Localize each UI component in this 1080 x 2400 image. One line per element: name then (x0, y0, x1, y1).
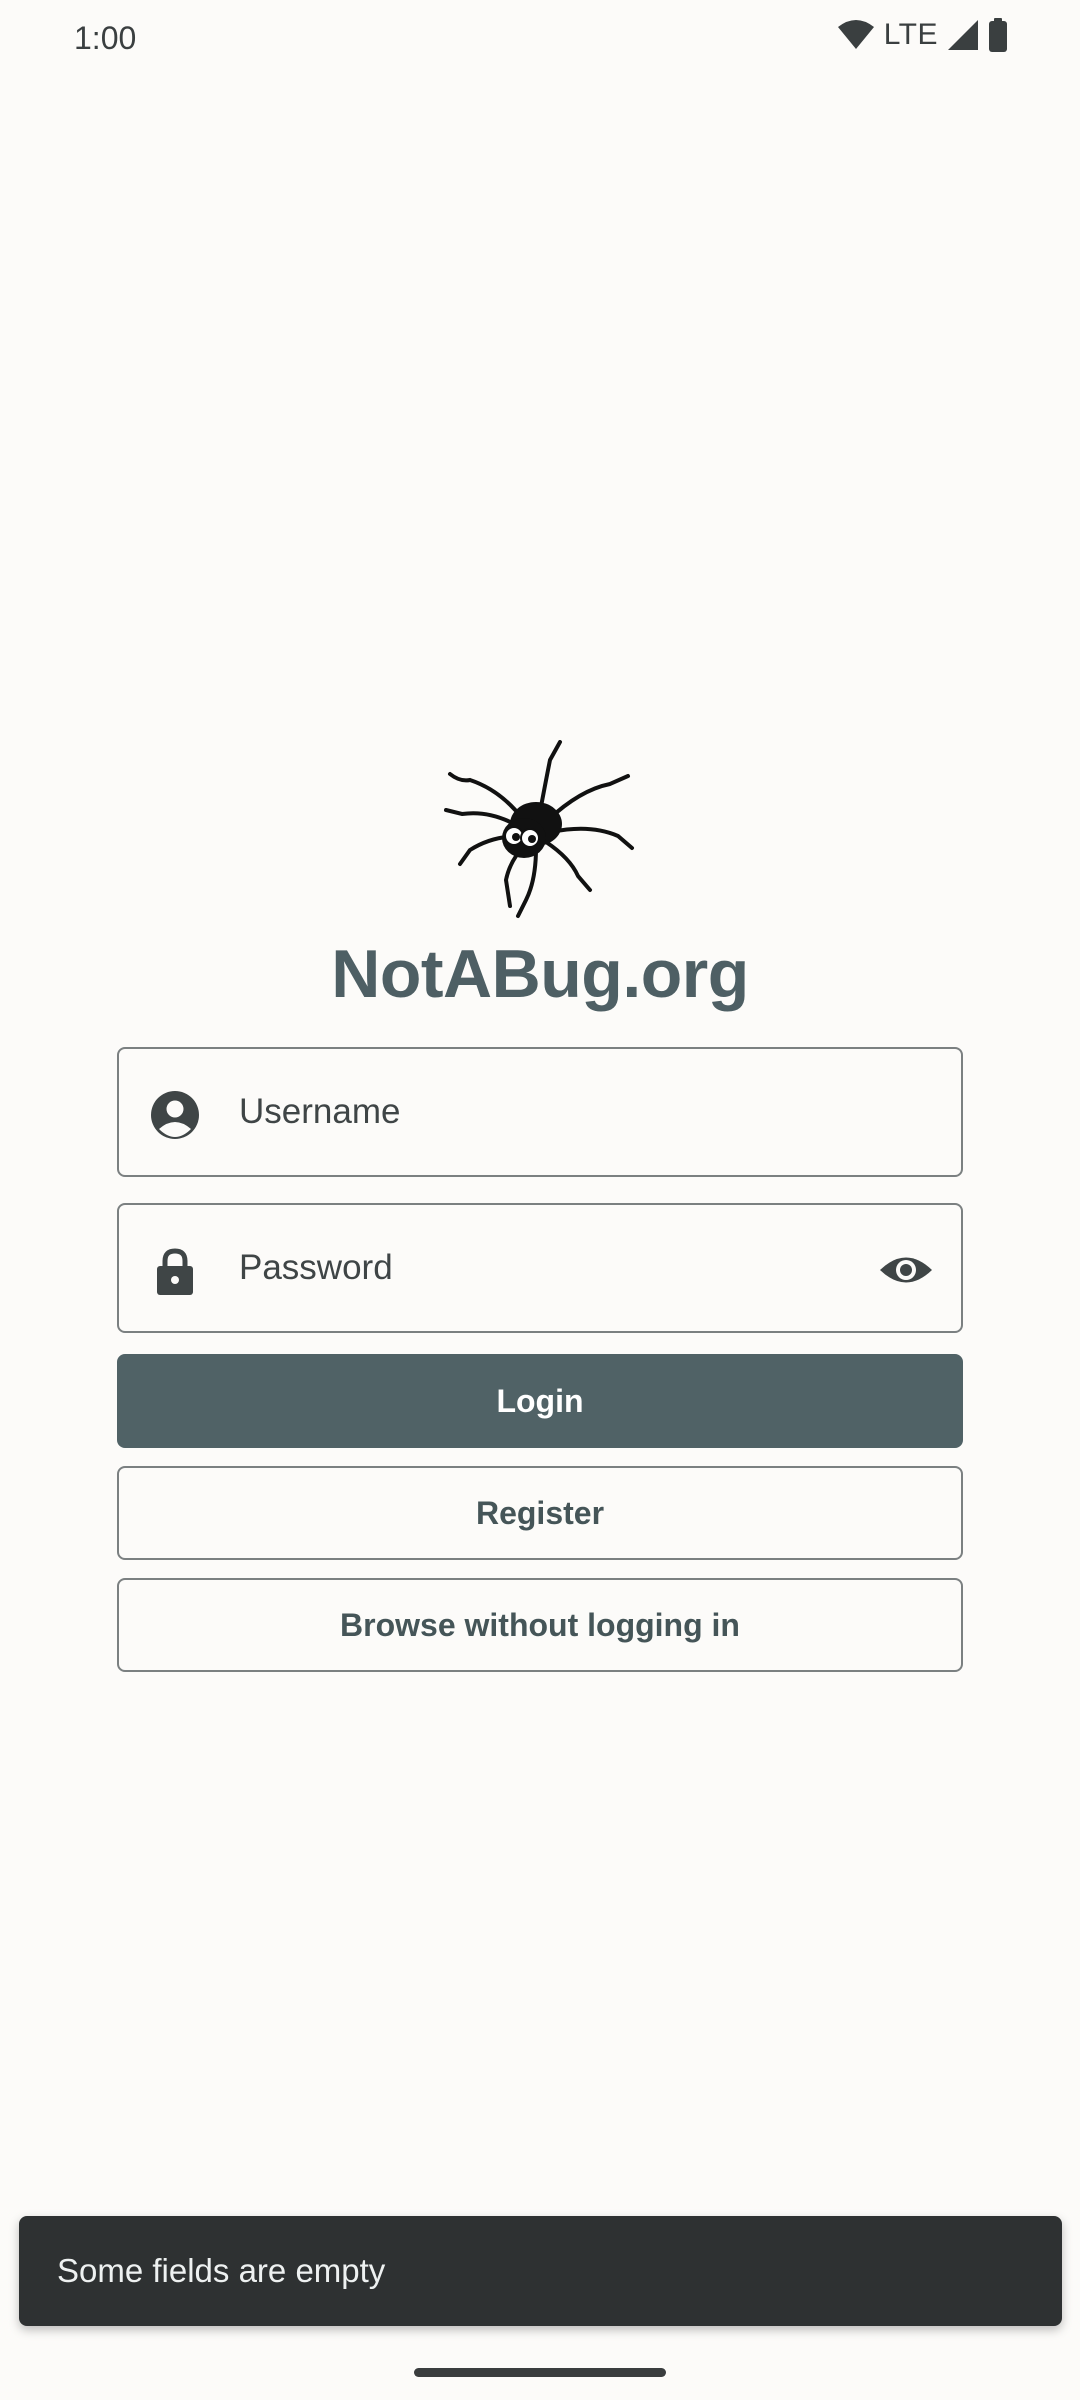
username-field[interactable] (117, 1047, 963, 1177)
login-button[interactable]: Login (117, 1354, 963, 1448)
account-circle-icon (149, 1089, 201, 1141)
register-button[interactable]: Register (117, 1466, 963, 1560)
browse-button-label: Browse without logging in (340, 1606, 740, 1643)
gesture-nav-handle[interactable] (414, 2368, 666, 2377)
password-field[interactable] (117, 1203, 963, 1333)
browse-without-login-button[interactable]: Browse without logging in (117, 1578, 963, 1672)
status-icons: LTE (837, 18, 1008, 52)
username-input[interactable] (239, 1049, 799, 1175)
snackbar-message: Some fields are empty (57, 2252, 386, 2289)
register-button-label: Register (475, 1494, 605, 1531)
battery-icon (988, 18, 1008, 52)
network-type: LTE (883, 18, 938, 51)
cell-signal-icon (948, 20, 978, 50)
login-button-label: Login (496, 1382, 584, 1419)
password-input[interactable] (239, 1205, 799, 1331)
eye-icon[interactable] (877, 1241, 935, 1299)
status-time: 1:00 (74, 20, 137, 56)
lock-icon (149, 1245, 201, 1297)
status-bar: 1:00 LTE (0, 0, 1080, 80)
snackbar: Some fields are empty (19, 2216, 1062, 2326)
wifi-icon (837, 19, 874, 51)
app-title: NotABug.org (331, 936, 749, 1012)
spider-logo-icon (440, 740, 640, 920)
